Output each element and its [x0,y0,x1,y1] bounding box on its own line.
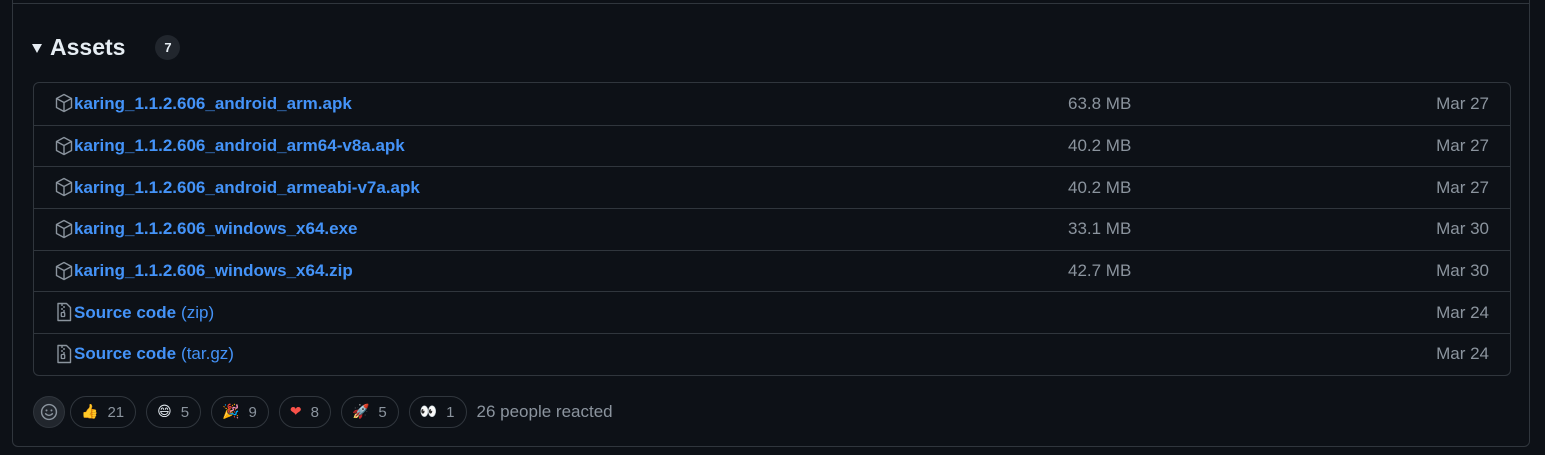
asset-name[interactable]: Source code [74,344,176,364]
asset-link[interactable]: karing_1.1.2.606_windows_x64.exe [74,209,358,250]
asset-link[interactable]: karing_1.1.2.606_windows_x64.zip [74,251,353,292]
asset-link[interactable]: karing_1.1.2.606_android_arm.apk [74,83,352,125]
asset-size: 33.1 MB [1068,219,1132,239]
reaction-tada-button[interactable]: 🎉 9 [211,396,269,428]
asset-size: 42.7 MB [1068,261,1132,281]
smile-icon: 😄 [157,404,172,420]
package-icon [55,93,73,113]
file-zip-icon [55,344,73,364]
asset-row: karing_1.1.2.606_android_arm.apk 63.8 MB M… [34,83,1510,125]
asset-format[interactable]: (zip) [181,303,214,323]
asset-name[interactable]: karing_1.1.2.606_windows_x64.zip [74,261,353,281]
asset-date: Mar 27 [1436,93,1489,113]
asset-row: karing_1.1.2.606_android_armeabi-v7a.apk… [34,166,1510,208]
asset-row: Source code (tar.gz) Mar 24 [34,333,1510,375]
reaction-count: 8 [310,403,319,421]
reaction-thumbs-up-button[interactable]: 👍 21 [70,396,137,428]
asset-link[interactable]: karing_1.1.2.606_android_arm64-v8a.apk [74,126,405,167]
tada-icon: 🎉 [222,404,240,420]
asset-link[interactable]: Source code (tar.gz) [74,334,234,375]
asset-row: Source code (zip) Mar 24 [34,291,1510,333]
asset-date: Mar 30 [1436,219,1489,239]
assets-list: karing_1.1.2.606_android_arm.apk 63.8 MB M… [33,82,1511,376]
file-zip-icon [55,302,73,322]
smiley-icon [40,403,58,421]
eyes-icon: 👀 [419,404,438,420]
heart-icon: ❤ [289,404,302,420]
reaction-count: 5 [378,403,387,421]
asset-name[interactable]: karing_1.1.2.606_android_arm64-v8a.apk [74,136,405,156]
asset-row: karing_1.1.2.606_windows_x64.exe 33.1 MB M… [34,208,1510,250]
caret-down-icon[interactable] [32,43,42,53]
divider [12,3,1530,4]
asset-format[interactable]: (tar.gz) [181,344,234,364]
reaction-count: 21 [107,403,125,421]
reactions-summary: 26 people reacted [476,402,613,421]
reaction-count: 5 [180,403,190,421]
package-icon [55,261,73,281]
asset-date: Mar 27 [1436,177,1489,197]
asset-size: 63.8 MB [1068,93,1132,113]
package-icon [55,177,73,197]
asset-name[interactable]: Source code [74,303,176,323]
rocket-icon: 🚀 [351,404,370,420]
asset-row: karing_1.1.2.606_android_arm64-v8a.apk 40… [34,124,1510,167]
reaction-rocket-button[interactable]: 🚀 5 [340,396,399,428]
asset-name[interactable]: karing_1.1.2.606_windows_x64.exe [74,219,358,239]
reaction-count: 1 [446,403,455,421]
reaction-heart-button[interactable]: ❤ 8 [278,396,331,428]
reaction-smile-button[interactable]: 😄 5 [146,396,202,428]
assets-count-badge: 7 [155,34,181,60]
asset-link[interactable]: karing_1.1.2.606_android_armeabi-v7a.apk [74,167,420,208]
package-icon [55,136,73,156]
assets-header[interactable]: Assets 7 [32,30,181,64]
asset-size: 40.2 MB [1068,177,1132,197]
reaction-eyes-button[interactable]: 👀 1 [408,396,467,428]
asset-link[interactable]: Source code (zip) [74,292,214,333]
asset-date: Mar 24 [1436,344,1489,364]
asset-name[interactable]: karing_1.1.2.606_android_armeabi-v7a.apk [74,178,420,198]
asset-date: Mar 30 [1436,261,1489,281]
thumbs-up-icon: 👍 [81,404,99,420]
asset-date: Mar 27 [1436,136,1489,156]
asset-name[interactable]: karing_1.1.2.606_android_arm.apk [74,94,352,114]
asset-size: 40.2 MB [1068,136,1132,156]
package-icon [55,219,73,239]
asset-date: Mar 24 [1436,302,1489,322]
reaction-count: 9 [248,403,257,421]
asset-row: karing_1.1.2.606_windows_x64.zip 42.7 MB M… [34,249,1510,292]
add-reaction-button[interactable] [33,396,65,428]
assets-title[interactable]: Assets [50,34,125,61]
reactions-bar: 👍 21 😄 5 🎉 9 ❤ 8 🚀 5 👀 1 26 people reacted [33,395,613,429]
